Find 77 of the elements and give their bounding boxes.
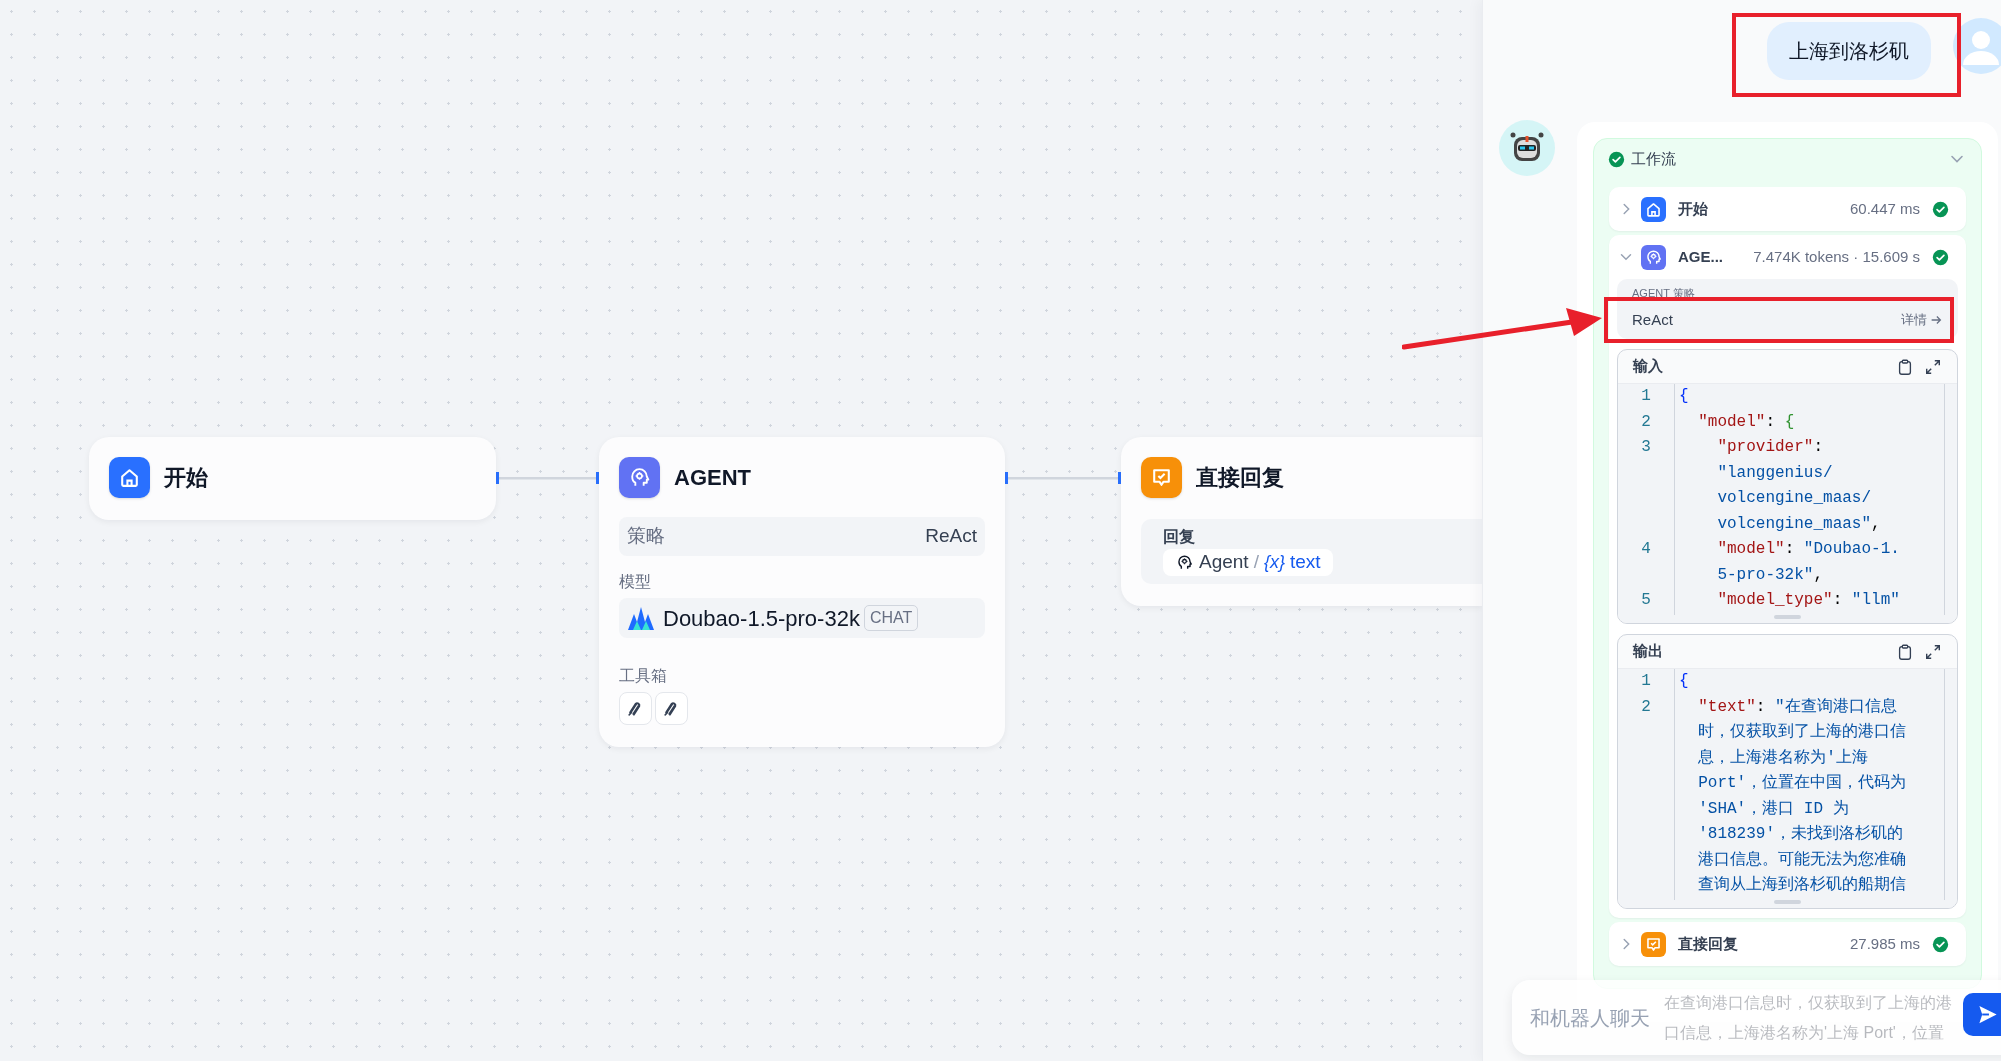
details-link[interactable]: 详情: [1901, 310, 1943, 330]
scrollbar-thumb[interactable]: [1774, 615, 1801, 619]
model-name: Doubao-1.5-pro-32k: [663, 604, 860, 633]
panel-title: 输出: [1633, 641, 1663, 662]
code-line: "model_type": "llm": [1716, 590, 1900, 611]
line-number: 5: [1641, 590, 1651, 611]
field-label: 策略: [627, 524, 665, 549]
variable-name: text: [1289, 550, 1321, 575]
code-line: 港口信息。可能无法为您准确: [1697, 849, 1907, 871]
node-title: 直接回复: [1196, 464, 1284, 492]
node-title: AGENT: [674, 464, 751, 492]
separator-text: /: [1253, 550, 1259, 575]
node-name-label: Agent: [1199, 550, 1249, 575]
line-number: 1: [1641, 671, 1651, 692]
step-title: AGE...: [1678, 246, 1723, 267]
step-card[interactable]: 直接回复 27.985 ms: [1609, 922, 1966, 966]
message-input[interactable]: 和机器人聊天: [1530, 1002, 1658, 1033]
send-button[interactable]: [1963, 993, 2001, 1036]
code-line: 查询从上海到洛杉矶的船期信: [1697, 874, 1907, 896]
tool-icon[interactable]: [619, 692, 652, 725]
line-number: 3: [1641, 437, 1651, 458]
variable-icon: {x}: [1263, 549, 1285, 576]
panel-title: 输入: [1633, 356, 1663, 377]
field-value: ReAct: [925, 524, 977, 549]
code-line: Port'，位置在中国，代码为: [1697, 773, 1907, 794]
line-number: 2: [1641, 411, 1651, 433]
code-line: volcengine_maas",: [1716, 513, 1881, 535]
code-line: 时，仅获取到了上海的港口信: [1697, 721, 1907, 743]
code-line: "model": "Doubao-1.: [1716, 539, 1900, 560]
chat-check-icon: [1141, 457, 1182, 498]
step-card[interactable]: [1609, 235, 1966, 918]
step-duration: 7.474K tokens · 15.609 s: [1753, 246, 1920, 267]
code-line: 'SHA'，港口 ID 为: [1697, 798, 1849, 820]
line-number: 4: [1641, 539, 1651, 560]
chat-check-icon: [1641, 931, 1666, 957]
step-card[interactable]: 开始 60.447 ms: [1609, 187, 1966, 231]
workflow-node[interactable]: 直接回复 回复 Agent / {x} text: [1121, 437, 1482, 606]
code-line: {: [1679, 671, 1689, 692]
line-number: 1: [1641, 386, 1651, 407]
tool-icon[interactable]: [655, 692, 688, 725]
code-line: 息，上海港名称为'上海: [1697, 747, 1868, 769]
clipboard-icon[interactable]: [1896, 357, 1914, 376]
workflow-node[interactable]: 开始: [89, 437, 496, 520]
line-number: 2: [1641, 696, 1651, 718]
code-line: volcengine_maas/: [1716, 488, 1872, 509]
code-line: "model": {: [1697, 411, 1795, 433]
model-tag: CHAT: [863, 605, 919, 631]
code-line: "text": "在查询港口信息: [1697, 696, 1897, 718]
robot-avatar-icon: [1499, 120, 1555, 176]
strategy-value: ReAct: [1632, 309, 1673, 330]
code-line: 5-pro-32k",: [1716, 564, 1824, 586]
node-title: 开始: [164, 464, 208, 492]
step-title: 开始: [1678, 198, 1708, 219]
head-gear-icon: [619, 457, 660, 498]
field-label: 工具箱: [619, 666, 668, 686]
field-label: 回复: [1163, 527, 1195, 547]
field-label: 模型: [619, 572, 652, 592]
clipboard-icon[interactable]: [1896, 642, 1914, 661]
user-message: 上海到洛杉矶: [1767, 22, 1931, 80]
code-line: '818239'，未找到洛杉矶的: [1697, 824, 1903, 845]
code-line: "langgenius/: [1716, 462, 1833, 484]
step-duration: 27.985 ms: [1849, 933, 1920, 954]
workflow-title: 工作流: [1631, 148, 1676, 169]
home-icon: [109, 457, 150, 498]
code-line: "provider":: [1716, 437, 1824, 458]
scrollbar-thumb[interactable]: [1774, 900, 1801, 904]
step-duration: 60.447 ms: [1849, 198, 1920, 219]
home-icon: [1641, 196, 1666, 222]
expand-icon[interactable]: [1924, 642, 1942, 661]
workflow-node[interactable]: AGENT 策略 ReAct 模型 Doubao-1.5-pro-32k CHAT 工具箱: [599, 437, 1005, 747]
workflow-header[interactable]: 工作流: [1594, 141, 1981, 177]
head-gear-icon: [1175, 553, 1194, 572]
expand-icon[interactable]: [1924, 357, 1942, 376]
model-row[interactable]: Doubao-1.5-pro-32k CHAT: [619, 598, 985, 638]
code-line: {: [1679, 386, 1689, 407]
step-title: 直接回复: [1678, 933, 1738, 954]
head-gear-icon: [1641, 244, 1666, 270]
